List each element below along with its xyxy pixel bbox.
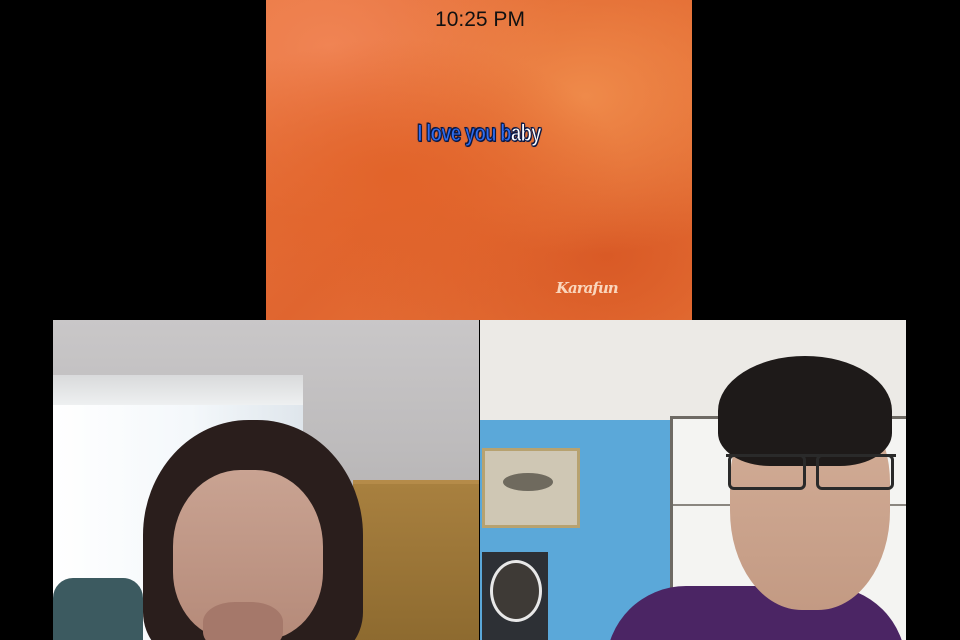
chair — [53, 578, 143, 640]
lyric-unsung-part: aby — [510, 120, 541, 148]
participant-video-left[interactable] — [53, 320, 479, 640]
karafun-watermark-logo: Karafun — [556, 279, 619, 297]
status-bar-time: 10:25 PM — [435, 8, 525, 31]
participant-right-shirt — [606, 586, 906, 640]
lyric-sung-part: I love you b — [417, 120, 512, 148]
participant-right-glasses — [726, 454, 896, 491]
participant-right-hair — [718, 356, 892, 466]
framed-picture — [482, 448, 580, 528]
participant-video-right[interactable] — [480, 320, 906, 640]
dresser — [353, 480, 479, 640]
video-call-screen: I love you baby Karafun 10:25 PM — [0, 0, 960, 640]
shared-karaoke-video[interactable]: I love you baby Karafun — [266, 0, 692, 320]
participant-left-hand — [203, 602, 283, 640]
curtain — [53, 375, 303, 405]
wall-poster — [482, 552, 548, 640]
karaoke-lyric: I love you baby — [313, 120, 645, 148]
